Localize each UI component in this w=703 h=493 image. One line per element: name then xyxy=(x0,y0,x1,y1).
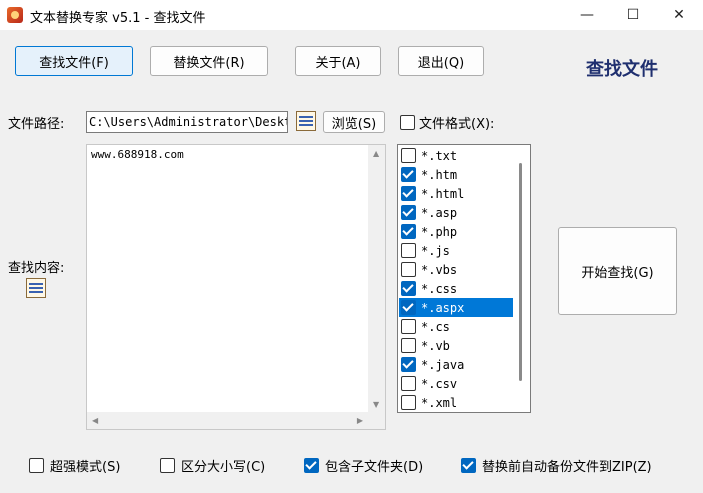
extension-label: *.java xyxy=(421,357,465,372)
extension-label: *.vb xyxy=(421,338,450,353)
path-list-icon[interactable] xyxy=(296,111,316,131)
extension-label: *.asp xyxy=(421,205,458,220)
extension-item[interactable]: *.asp xyxy=(399,203,513,222)
include-subfolders-checkbox[interactable] xyxy=(304,458,319,473)
extension-label: *.txt xyxy=(421,148,458,163)
extension-label: *.css xyxy=(421,281,458,296)
case-sensitive-checkbox[interactable] xyxy=(160,458,175,473)
extension-checkbox[interactable] xyxy=(401,376,416,391)
content-text: www.688918.com xyxy=(91,148,184,161)
extension-label: *.htm xyxy=(421,167,458,182)
extension-label: *.php xyxy=(421,224,458,239)
extension-item[interactable]: *.js xyxy=(399,241,513,260)
replace-files-button[interactable]: 替换文件(R) xyxy=(150,46,268,76)
extension-item[interactable]: *.vbs xyxy=(399,260,513,279)
extension-checkbox[interactable] xyxy=(401,281,416,296)
case-sensitive-option[interactable]: 区分大小写(C) xyxy=(160,456,265,475)
super-mode-checkbox[interactable] xyxy=(29,458,44,473)
extension-label: *.html xyxy=(421,186,465,201)
extension-checkbox[interactable] xyxy=(401,395,416,410)
exit-button[interactable]: 退出(Q) xyxy=(398,46,484,76)
extension-item[interactable]: *.vb xyxy=(399,336,513,355)
extension-checkbox[interactable] xyxy=(401,262,416,277)
extension-checkbox[interactable] xyxy=(401,205,416,220)
extension-checkbox[interactable] xyxy=(401,357,416,372)
maximize-button[interactable]: ☐ xyxy=(610,0,656,30)
content-label: 查找内容: xyxy=(8,261,65,276)
extension-checkbox[interactable] xyxy=(401,319,416,334)
extension-item[interactable]: *.cs xyxy=(399,317,513,336)
minimize-button[interactable]: — xyxy=(564,0,610,30)
extension-checkbox[interactable] xyxy=(401,148,416,163)
title-bar: 文本替换专家 v5.1 - 查找文件 — ☐ ✕ xyxy=(0,0,703,30)
extension-checkbox[interactable] xyxy=(401,243,416,258)
extension-checkbox[interactable] xyxy=(401,300,416,315)
extension-label: *.xml xyxy=(421,395,458,410)
app-icon xyxy=(7,7,23,23)
extension-label: *.vbs xyxy=(421,262,458,277)
start-search-button[interactable]: 开始查找(G) xyxy=(558,227,677,315)
include-subfolders-option[interactable]: 包含子文件夹(D) xyxy=(304,456,423,475)
file-format-label: 文件格式(X): xyxy=(419,117,495,132)
extension-checkbox[interactable] xyxy=(401,224,416,239)
content-list-icon[interactable] xyxy=(26,278,46,298)
file-format-checkbox[interactable] xyxy=(400,115,415,130)
content-horizontal-scrollbar[interactable]: ◀ ▶ xyxy=(87,412,385,429)
extension-item[interactable]: *.html xyxy=(399,184,513,203)
path-input[interactable]: C:\Users\Administrator\Desktop xyxy=(86,111,288,133)
extension-checkbox[interactable] xyxy=(401,186,416,201)
extension-label: *.cs xyxy=(421,319,450,334)
browse-button[interactable]: 浏览(S) xyxy=(323,111,385,133)
super-mode-option[interactable]: 超强模式(S) xyxy=(29,456,120,475)
extension-item[interactable]: *.xml xyxy=(399,393,513,412)
extension-item[interactable]: *.css xyxy=(399,279,513,298)
extension-item[interactable]: *.txt xyxy=(399,146,513,165)
content-textarea[interactable]: www.688918.com ▲ ▼ ◀ ▶ xyxy=(86,144,386,430)
content-vertical-scrollbar[interactable]: ▲ ▼ xyxy=(368,145,385,413)
scroll-left-icon[interactable]: ◀ xyxy=(92,416,98,425)
extension-list[interactable]: *.txt *.htm *.html *.asp *.php *.js *.vbs *.css… xyxy=(397,144,531,413)
extension-checkbox[interactable] xyxy=(401,338,416,353)
about-button[interactable]: 关于(A) xyxy=(295,46,381,76)
page-heading: 查找文件 xyxy=(586,59,658,80)
extension-item[interactable]: *.aspx xyxy=(399,298,513,317)
backup-zip-checkbox[interactable] xyxy=(461,458,476,473)
extension-item[interactable]: *.php xyxy=(399,222,513,241)
window-title: 文本替换专家 v5.1 - 查找文件 xyxy=(30,11,206,26)
path-label: 文件路径: xyxy=(8,117,65,132)
extension-item[interactable]: *.csv xyxy=(399,374,513,393)
case-sensitive-label: 区分大小写(C) xyxy=(181,460,266,475)
extension-label: *.csv xyxy=(421,376,458,391)
extension-item[interactable]: *.java xyxy=(399,355,513,374)
scroll-up-icon[interactable]: ▲ xyxy=(373,149,379,158)
find-files-button[interactable]: 查找文件(F) xyxy=(15,46,133,76)
backup-zip-option[interactable]: 替换前自动备份文件到ZIP(Z) xyxy=(461,456,652,475)
extension-item[interactable]: *.htm xyxy=(399,165,513,184)
extension-label: *.aspx xyxy=(421,300,465,315)
scroll-right-icon[interactable]: ▶ xyxy=(357,416,363,425)
scroll-down-icon[interactable]: ▼ xyxy=(373,400,379,409)
extension-list-scrollbar[interactable] xyxy=(519,163,522,381)
super-mode-label: 超强模式(S) xyxy=(50,460,121,475)
backup-zip-label: 替换前自动备份文件到ZIP(Z) xyxy=(482,460,652,475)
extension-label: *.js xyxy=(421,243,450,258)
extension-checkbox[interactable] xyxy=(401,167,416,182)
include-subfolders-label: 包含子文件夹(D) xyxy=(325,460,424,475)
close-button[interactable]: ✕ xyxy=(656,0,702,30)
